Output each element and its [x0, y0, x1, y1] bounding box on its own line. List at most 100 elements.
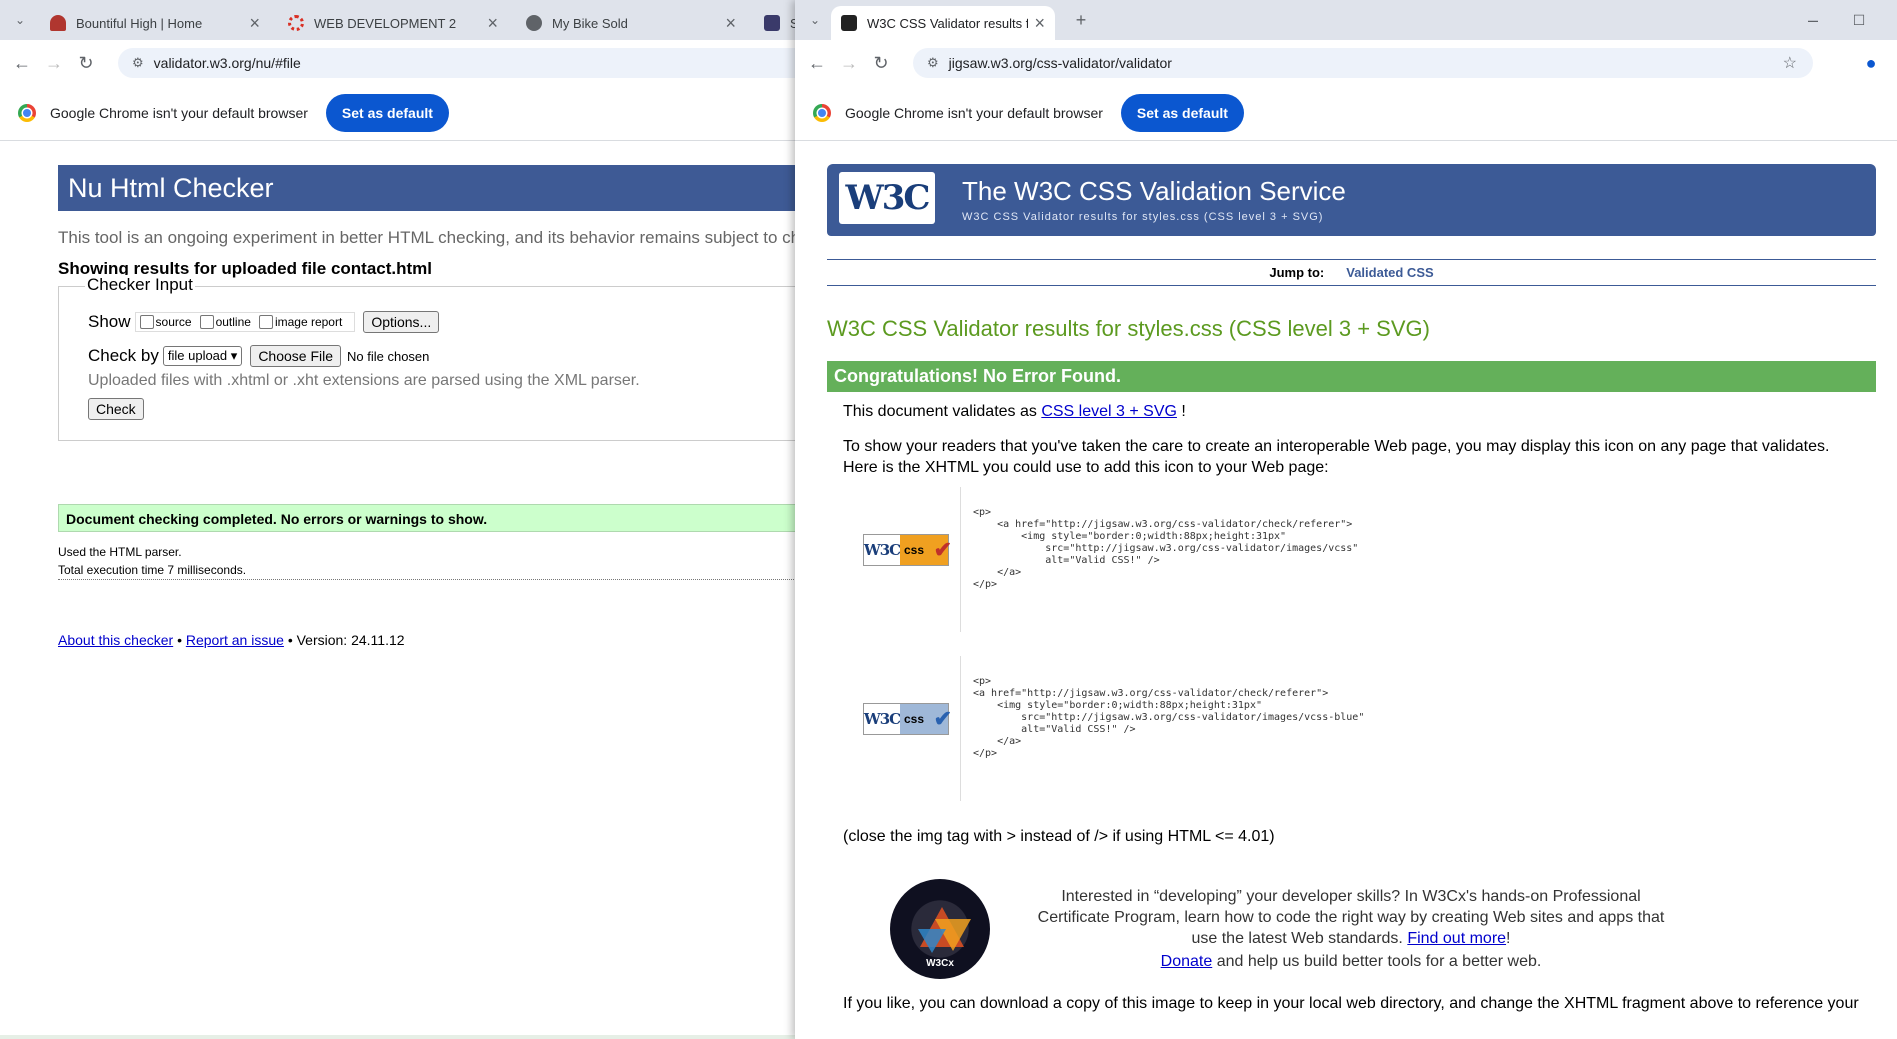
- address-bar[interactable]: ⚙ jigsaw.w3.org/css-validator/validator …: [913, 48, 1813, 78]
- w3c-favicon-icon: [841, 15, 857, 31]
- tab-title: Bountiful High | Home: [76, 15, 203, 31]
- checker-input-fieldset: Checker Input Show source outline image …: [58, 275, 795, 441]
- tab-title: W3C CSS Validator results for st: [867, 15, 1029, 31]
- valid-css-badge-gold[interactable]: W3C css ✔: [863, 534, 952, 566]
- find-out-more-link[interactable]: Find out more: [1407, 930, 1506, 947]
- show-readers-text-2: Here is the XHTML you could use to add t…: [843, 459, 1329, 476]
- page-subtitle: W3C CSS Validator results for styles.css…: [962, 211, 1324, 223]
- choose-file-button[interactable]: Choose File: [250, 345, 342, 367]
- red-checkmark-icon: ✔: [933, 537, 952, 562]
- outline-checkbox[interactable]: [199, 315, 214, 329]
- url-text: validator.w3.org/nu/#file: [153, 55, 301, 71]
- default-browser-infobar: Google Chrome isn't your default browser…: [0, 86, 795, 141]
- chrome-logo-icon: [18, 104, 36, 122]
- left-browser-window: ⌄ Bountiful High | Home × WEB DEVELOPMEN…: [0, 0, 795, 1039]
- tab-my-bike-sold[interactable]: My Bike Sold ×: [516, 6, 746, 40]
- back-arrow-icon[interactable]: ←: [801, 47, 833, 79]
- new-tab-plus-icon[interactable]: +: [1065, 4, 1097, 36]
- valid-css-badge-blue[interactable]: W3C css ✔: [863, 703, 952, 735]
- css-level-link[interactable]: CSS level 3 + SVG: [1041, 403, 1177, 420]
- red-ring-icon: [288, 15, 304, 31]
- jump-to-bar: Jump to: Validated CSS: [827, 259, 1876, 286]
- badge-code-snippet-2: <p> <a href="http://jigsaw.w3.org/css-va…: [960, 656, 1380, 801]
- tab-strip: ⌄ Bountiful High | Home × WEB DEVELOPMEN…: [0, 0, 795, 40]
- forward-arrow-icon[interactable]: →: [38, 47, 70, 79]
- options-button[interactable]: Options...: [363, 311, 440, 333]
- profile-avatar-icon[interactable]: ●: [1855, 47, 1887, 79]
- report-issue-link[interactable]: Report an issue: [186, 632, 284, 648]
- page-title: Nu Html Checker: [58, 165, 795, 211]
- outline-option[interactable]: outline: [199, 315, 251, 329]
- tab-web-development-2[interactable]: WEB DEVELOPMENT 2 ×: [278, 6, 508, 40]
- reload-icon[interactable]: ↻: [865, 47, 897, 79]
- badge-code-snippet-1: <p> <a href="http://jigsaw.w3.org/css-va…: [960, 487, 1380, 632]
- default-browser-infobar: Google Chrome isn't your default browser…: [795, 86, 1897, 141]
- close-tab-icon[interactable]: ×: [487, 13, 498, 34]
- intro-text: This tool is an ongoing experiment in be…: [58, 228, 795, 247]
- w3c-logo[interactable]: W3C: [839, 172, 935, 224]
- source-option[interactable]: source: [139, 315, 192, 329]
- maximize-icon[interactable]: ☐: [1843, 4, 1875, 36]
- validates-suffix: !: [1181, 403, 1186, 420]
- infobar-message: Google Chrome isn't your default browser: [50, 105, 308, 121]
- image-report-checkbox[interactable]: [258, 315, 273, 329]
- outline-label: outline: [215, 315, 251, 329]
- donate-text: and help us build better tools for a bet…: [1216, 953, 1542, 970]
- url-text: jigsaw.w3.org/css-validator/validator: [948, 55, 1172, 71]
- browser-toolbar: ← → ↻ ⚙ jigsaw.w3.org/css-validator/vali…: [795, 40, 1897, 86]
- validated-css-link[interactable]: Validated CSS: [1346, 265, 1433, 280]
- tab-search-chevron-icon[interactable]: ⌄: [4, 4, 36, 36]
- globe-icon: [526, 15, 542, 31]
- tab-css-validator[interactable]: W3C CSS Validator results for st ×: [831, 6, 1055, 40]
- site-settings-icon[interactable]: ⚙: [927, 55, 939, 71]
- parser-note: Used the HTML parser.: [58, 545, 182, 559]
- footer: About this checker • Report an issue • V…: [58, 632, 405, 648]
- image-report-option[interactable]: image report: [258, 315, 342, 329]
- source-checkbox[interactable]: [139, 315, 154, 329]
- status-strip: [0, 1035, 795, 1039]
- show-options-row: Show source outline image report Options…: [88, 311, 440, 333]
- footer-separator: •: [177, 632, 182, 648]
- success-message: Document checking completed. No errors o…: [58, 504, 795, 532]
- congratulations-banner: Congratulations! No Error Found.: [827, 361, 1876, 392]
- set-as-default-button[interactable]: Set as default: [1120, 94, 1244, 132]
- validates-line: This document validates as CSS level 3 +…: [843, 403, 1186, 421]
- tab-search-chevron-icon[interactable]: ⌄: [799, 4, 831, 36]
- w3c-banner: W3C The W3C CSS Validation Service W3C C…: [827, 164, 1876, 236]
- forward-arrow-icon[interactable]: →: [833, 47, 865, 79]
- badge-w3c-text: W3C: [863, 710, 901, 728]
- tab-partial[interactable]: S: [754, 6, 795, 40]
- back-arrow-icon[interactable]: ←: [6, 47, 38, 79]
- about-checker-link[interactable]: About this checker: [58, 632, 173, 648]
- donate-link[interactable]: Donate: [1161, 953, 1213, 970]
- close-tab-icon[interactable]: ×: [249, 13, 260, 34]
- tab-bountiful-high[interactable]: Bountiful High | Home ×: [40, 6, 270, 40]
- close-tag-note: (close the img tag with > instead of /> …: [843, 828, 1275, 845]
- bookmark-star-icon[interactable]: ☆: [1783, 53, 1797, 73]
- execution-time: Total execution time 7 milliseconds.: [58, 563, 247, 577]
- close-tab-icon[interactable]: ×: [725, 13, 736, 34]
- show-readers-text-1: To show your readers that you've taken t…: [843, 438, 1830, 455]
- promo-text: Interested in “developing” your develope…: [1037, 888, 1665, 947]
- close-tab-icon[interactable]: ×: [1034, 13, 1045, 34]
- source-label: source: [155, 315, 192, 329]
- version-text: • Version: 24.11.12: [287, 632, 405, 648]
- w3cx-front-end-developer-logo[interactable]: W3Cx: [890, 879, 990, 979]
- minimize-icon[interactable]: –: [1797, 4, 1829, 36]
- address-bar[interactable]: ⚙ validator.w3.org/nu/#file: [118, 48, 795, 78]
- promo-end: !: [1506, 930, 1511, 947]
- css-validator-page: W3C The W3C CSS Validation Service W3C C…: [795, 141, 1897, 1039]
- check-button[interactable]: Check: [88, 398, 144, 420]
- tab-title: My Bike Sold: [552, 15, 628, 31]
- download-note: If you like, you can download a copy of …: [843, 995, 1859, 1012]
- check-by-label: Check by: [88, 346, 159, 365]
- checker-input-legend: Checker Input: [85, 275, 195, 295]
- check-by-select[interactable]: file upload ▾: [162, 346, 243, 366]
- site-settings-icon[interactable]: ⚙: [132, 55, 144, 71]
- set-as-default-button[interactable]: Set as default: [325, 94, 449, 132]
- check-row: Check: [88, 398, 144, 420]
- chrome-logo-icon: [813, 104, 831, 122]
- divider: [58, 579, 795, 580]
- reload-icon[interactable]: ↻: [70, 47, 102, 79]
- promo-paragraph: Interested in “developing” your develope…: [1035, 886, 1667, 949]
